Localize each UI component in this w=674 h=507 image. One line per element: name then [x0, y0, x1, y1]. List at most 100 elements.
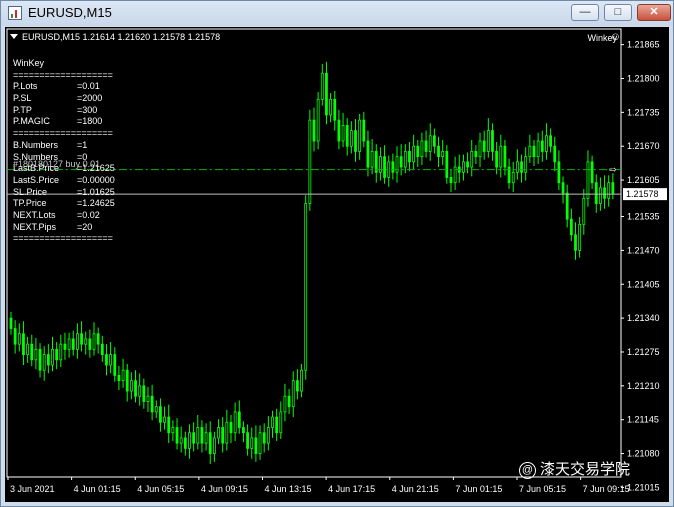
info-value: =300: [77, 104, 98, 115]
candle-body: [408, 151, 411, 163]
info-key: NEXT.Pips: [13, 221, 57, 232]
candle-body: [586, 161, 590, 199]
candle-body: [420, 140, 424, 158]
candle-body: [316, 98, 320, 142]
candle-body: [237, 411, 241, 428]
candle-body: [192, 432, 196, 444]
info-value: =1: [77, 139, 88, 150]
price-chart[interactable]: ⇨ 1.21865 1.21800 1.21735 1.21670 1.21605 1.21…: [5, 27, 669, 502]
candle-body: [171, 427, 175, 434]
candle-body: [159, 406, 162, 423]
candle-body: [520, 161, 523, 173]
candle-body: [30, 343, 34, 361]
candle-body: [38, 348, 42, 371]
candle-body: [246, 432, 249, 449]
info-key: B.Numbers: [13, 139, 59, 150]
candle-body: [391, 161, 395, 173]
candle-body: [233, 411, 237, 434]
candle-body: [138, 385, 142, 397]
info-key: P.TP: [13, 104, 32, 115]
info-row: P.SL =2000: [13, 93, 113, 105]
maximize-button[interactable]: □: [604, 4, 632, 21]
candle-body: [105, 354, 108, 366]
candle-body: [491, 130, 494, 152]
candle-body: [341, 124, 345, 142]
y-tick-label: 1.21865: [627, 40, 660, 50]
candle-body: [188, 432, 191, 449]
candle-body: [611, 182, 615, 194]
candle-body: [354, 130, 357, 152]
info-value: =2000: [77, 93, 103, 104]
candle-body: [474, 151, 478, 158]
candle-body: [590, 161, 594, 184]
info-row: P.MAGIC =1800: [13, 116, 113, 128]
info-row: P.TP =300: [13, 105, 113, 117]
candle-body: [150, 395, 154, 413]
smiley-icon[interactable]: ☺: [610, 31, 621, 43]
candle-body: [374, 151, 378, 173]
candle-body: [196, 427, 200, 444]
candle-body: [88, 338, 92, 350]
title-bar[interactable]: EURUSD,M15 — □ ✕: [1, 1, 673, 26]
candle-body: [279, 411, 283, 434]
candle-body: [109, 354, 113, 366]
candle-body: [383, 156, 386, 178]
candle-body: [329, 98, 333, 116]
x-tick-label: 7 Jun 05:15: [519, 484, 566, 494]
close-button[interactable]: ✕: [637, 4, 671, 21]
candle-body: [370, 151, 374, 168]
y-tick-label: 1.21735: [627, 107, 660, 117]
y-tick-label: 1.21275: [627, 347, 660, 357]
info-row: P.Lots =0.01: [13, 81, 113, 93]
candle-body: [594, 182, 598, 204]
candle-body: [258, 432, 262, 454]
info-key: SL.Price: [13, 186, 48, 197]
candle-body: [470, 151, 474, 168]
candle-body: [333, 98, 337, 121]
dropdown-triangle-icon[interactable]: [10, 34, 18, 39]
candle-body: [486, 130, 490, 152]
candle-body: [167, 416, 171, 434]
candle-body: [540, 140, 544, 152]
y-tick-label: 1.21210: [627, 381, 660, 391]
candle-body: [565, 192, 569, 220]
candle-body: [275, 416, 279, 434]
x-tick-label: 4 Jun 17:15: [328, 484, 375, 494]
candle-body: [445, 151, 449, 178]
candle-body: [607, 182, 611, 199]
candle-body: [603, 187, 606, 199]
candle-body: [462, 161, 465, 173]
candle-body: [553, 145, 557, 163]
y-tick-label: 1.21605: [627, 175, 660, 185]
candle-body: [17, 333, 21, 345]
y-tick-label: 1.21145: [627, 415, 659, 425]
info-row: TP.Price =1.24625: [13, 198, 115, 210]
info-key: P.SL: [13, 93, 32, 104]
candle-body: [55, 348, 59, 361]
candle-body: [345, 124, 349, 147]
info-key: P.MAGIC: [13, 116, 50, 127]
info-row: ===================: [13, 70, 113, 82]
candle-body: [71, 338, 75, 350]
candle-body: [76, 333, 79, 350]
candle-body: [26, 343, 30, 355]
candle-body: [466, 161, 469, 168]
candle-body: [291, 380, 295, 408]
chart-window-icon: [8, 6, 22, 20]
candle-body: [532, 145, 536, 158]
candle-body: [295, 380, 299, 392]
info-value: =1.24625: [77, 198, 115, 209]
y-tick-label: 1.21015: [627, 482, 660, 492]
info-row: WinKey: [13, 58, 113, 70]
candle-body: [308, 119, 312, 204]
info-value: =20: [77, 221, 93, 232]
candle-body: [208, 432, 212, 454]
candle-body: [337, 119, 341, 142]
candle-body: [403, 151, 407, 168]
info-row: SL.Price =1.01625: [13, 186, 115, 199]
info-value: =0.02: [77, 209, 100, 220]
candle-body: [549, 135, 552, 147]
candle-body: [412, 145, 416, 163]
info-key: ===================: [13, 128, 113, 139]
minimize-button[interactable]: —: [571, 4, 599, 21]
